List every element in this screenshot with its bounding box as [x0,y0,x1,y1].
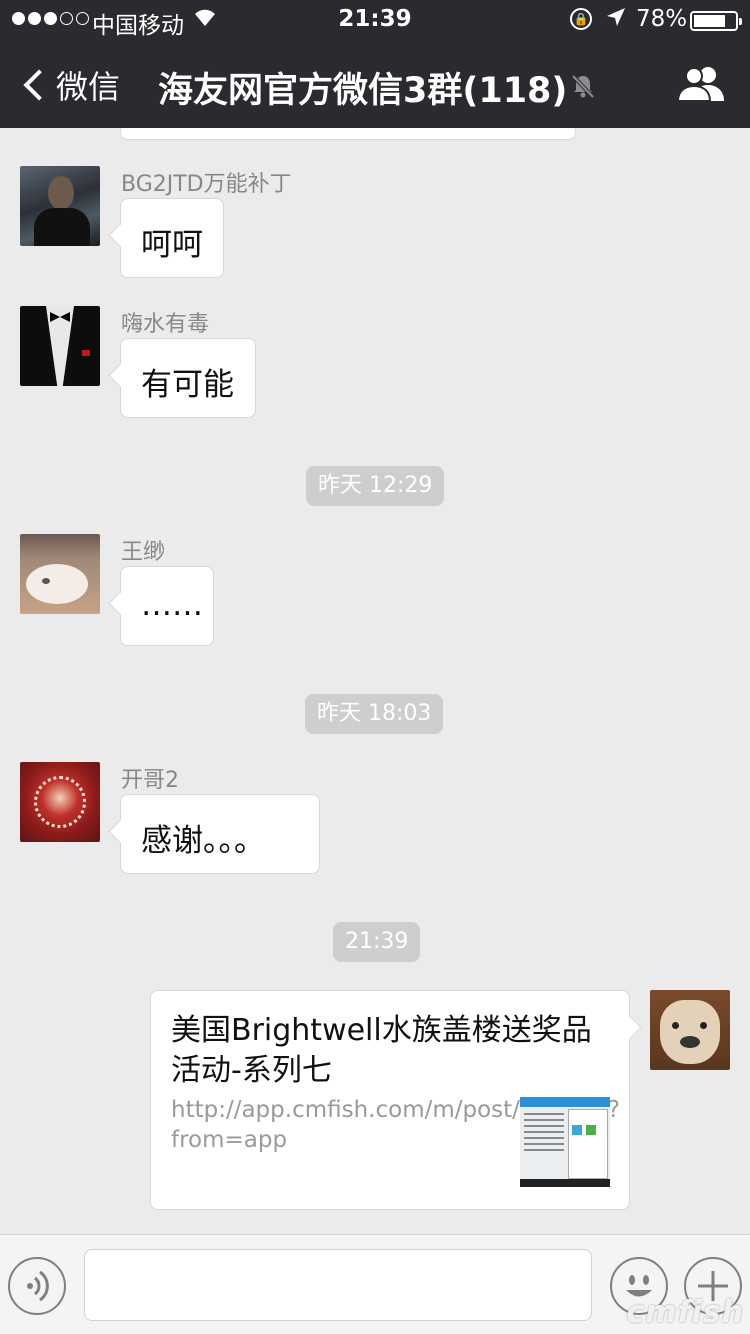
sender-name: 开哥2 [121,768,179,793]
timestamp: 昨天 12:29 [306,466,445,506]
voice-icon [27,1270,49,1302]
avatar[interactable] [20,762,100,842]
link-thumbnail [520,1097,610,1187]
link-card[interactable]: 美国Brightwell水族盖楼送奖品活动-系列七 http://app.cmf… [150,990,630,1210]
message-input[interactable] [84,1249,592,1321]
nav-bar: 微信 海友网官方微信3群(118) [0,40,750,128]
chat-title: 海友网官方微信3群(118) [158,71,568,111]
location-arrow-icon [605,6,627,34]
sender-name: 嗨水有毒 [121,312,210,337]
sender-name: 王缈 [121,540,166,565]
sender-name: BG2JTD万能补丁 [121,172,292,197]
orientation-lock-icon: 🔒 [570,8,592,30]
message-bubble[interactable]: 感谢。。。 [120,794,320,874]
message-bubble[interactable]: 有可能 [120,338,256,418]
battery-percent: 78% [636,6,688,32]
message-text: 感谢。。。 [141,823,265,859]
link-card-url: http://app.cmfish.com/m/post/477143?from… [171,1097,620,1153]
message-text: 呵呵 [141,227,203,263]
chat-area[interactable]: BG2JTD万能补丁 呵呵 嗨水有毒 有可能 昨天 12:29 王缈 …… 昨天… [0,128,750,1234]
battery-icon [690,11,742,31]
message-text: 有可能 [141,367,234,403]
avatar[interactable] [20,166,100,246]
my-avatar[interactable] [650,990,730,1070]
mute-icon [571,74,595,99]
watermark: cmfish [626,1295,744,1330]
message-bubble[interactable]: 呵呵 [120,198,224,278]
avatar[interactable] [20,534,100,614]
back-chevron-icon [23,69,55,101]
timestamp: 21:39 [333,922,421,962]
link-card-title: 美国Brightwell水族盖楼送奖品活动-系列七 [171,1013,592,1088]
back-label: 微信 [56,68,121,106]
message-bubble[interactable]: …… [120,566,214,646]
message-bubble-partial[interactable] [120,128,576,140]
avatar[interactable] [20,306,100,386]
top-bar: 中国移动 21:39 🔒 78% 微信 海友网官方微信3群(118) [0,0,750,128]
timestamp: 昨天 18:03 [305,694,444,734]
status-bar: 中国移动 21:39 🔒 78% [0,0,750,40]
message-text: …… [141,587,203,623]
input-bar: cmfish [0,1234,750,1334]
voice-button[interactable] [8,1257,66,1315]
back-button[interactable]: 微信 [20,62,120,108]
group-members-icon[interactable] [678,66,726,102]
